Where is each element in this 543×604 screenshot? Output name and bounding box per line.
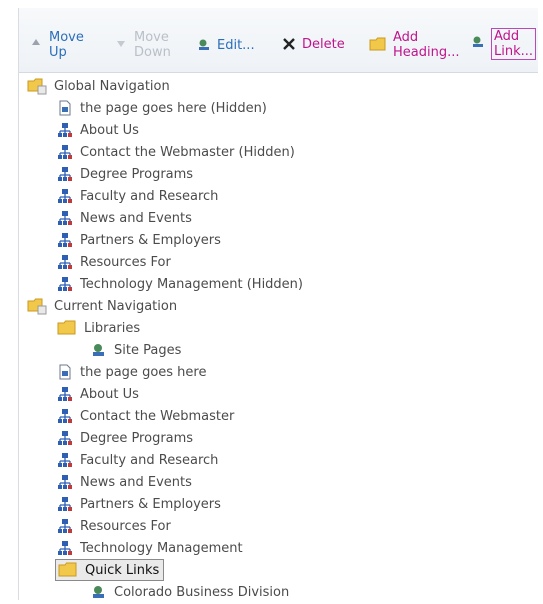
arrow-up-icon <box>32 39 40 45</box>
global-navigation-item[interactable]: Resources For <box>57 252 171 272</box>
tree-node-label: Degree Programs <box>80 430 194 446</box>
current-navigation-item[interactable]: the page goes here <box>57 362 206 382</box>
folder-add-icon <box>369 37 386 51</box>
navigation-node-icon <box>58 497 72 511</box>
add-heading-label-1: Add <box>393 30 419 45</box>
tree-node-label: Faculty and Research <box>80 188 219 204</box>
current-navigation-item[interactable]: Resources For <box>57 516 171 536</box>
navigation-node-icon <box>58 453 72 467</box>
global-navigation-item[interactable]: Degree Programs <box>57 164 193 184</box>
tree-node-label: Site Pages <box>114 342 182 358</box>
add-link-button[interactable]: Add Link... <box>471 28 537 60</box>
delete-button[interactable]: Delete <box>282 37 345 52</box>
tree-node-label: Partners & Employers <box>80 232 221 248</box>
move-down-label-2: Down <box>134 45 171 60</box>
tree-node-label: Resources For <box>80 518 171 534</box>
navigation-node-icon <box>58 519 72 533</box>
navigation-node-icon <box>58 189 72 203</box>
tree-node-label: Global Navigation <box>54 78 170 94</box>
page-icon <box>59 100 71 116</box>
toolbar: Move Up Move Down Edit... Delete Add Hea… <box>19 8 538 73</box>
tree-node-global-navigation[interactable]: Global Navigation <box>27 76 170 96</box>
tree-node-site-pages[interactable]: Site Pages <box>91 340 181 360</box>
tree-node-label: Current Navigation <box>54 298 178 314</box>
edit-button[interactable]: Edit... <box>197 38 255 53</box>
current-navigation-item[interactable]: News and Events <box>57 472 192 492</box>
tree-node-label: Contact the Webmaster <box>80 408 235 424</box>
tree-node-label: Libraries <box>84 320 141 336</box>
tree-node-colorado-business-division[interactable]: Colorado Business Division <box>91 582 289 602</box>
tree-node-label: Partners & Employers <box>80 496 221 512</box>
tree-node-label: News and Events <box>80 474 192 490</box>
tree-node-label: the page goes here <box>80 364 207 380</box>
navigation-node-icon <box>58 475 72 489</box>
add-heading-button[interactable]: Add Heading... <box>369 30 460 60</box>
move-up-label-2: Up <box>49 45 67 60</box>
navigation-root-folder-icon <box>27 78 47 95</box>
global-navigation-item[interactable]: Contact the Webmaster (Hidden) <box>57 142 295 162</box>
current-navigation-item[interactable]: Degree Programs <box>57 428 193 448</box>
current-navigation-item[interactable]: Faculty and Research <box>57 450 218 470</box>
global-navigation-item[interactable]: the page goes here (Hidden) <box>57 98 267 118</box>
edit-label: Edit... <box>217 38 255 53</box>
global-navigation-item[interactable]: About Us <box>57 120 139 140</box>
tree-node-label: the page goes here (Hidden) <box>80 100 267 116</box>
current-navigation-item[interactable]: Technology Management <box>57 538 243 558</box>
delete-x-icon <box>283 38 295 50</box>
tree-node-label: Contact the Webmaster (Hidden) <box>80 144 295 160</box>
navigation-node-icon <box>58 431 72 445</box>
add-link-label-1: Add <box>494 29 520 44</box>
tree-node-label: News and Events <box>80 210 192 226</box>
navigation-node-icon <box>58 211 72 225</box>
move-up-label-1: Move <box>49 30 84 45</box>
navigation-node-icon <box>58 277 72 291</box>
tree-node-label: Faculty and Research <box>80 452 219 468</box>
global-navigation-item[interactable]: Technology Management (Hidden) <box>57 274 303 294</box>
navigation-editor: Move Up Move Down Edit... Delete Add Hea… <box>18 8 538 600</box>
navigation-node-icon <box>58 409 72 423</box>
current-navigation-item[interactable]: Partners & Employers <box>57 494 221 514</box>
move-up-button[interactable]: Move Up <box>29 30 84 60</box>
link-icon <box>93 344 104 356</box>
move-down-label-1: Move <box>134 30 169 45</box>
arrow-down-icon <box>117 41 125 47</box>
global-navigation-item[interactable]: News and Events <box>57 208 192 228</box>
tree-node-label: Technology Management (Hidden) <box>80 276 303 292</box>
current-navigation-item[interactable]: Contact the Webmaster <box>57 406 234 426</box>
navigation-root-folder-icon <box>27 298 47 315</box>
page-icon <box>59 364 71 380</box>
folder-icon <box>58 562 77 577</box>
selection-highlight: Quick Links <box>55 559 165 581</box>
add-link-label-2: Link... <box>494 44 534 59</box>
tree-node-label: Degree Programs <box>80 166 194 182</box>
tree-node-label: About Us <box>80 122 139 138</box>
move-down-button: Move Down <box>114 30 171 60</box>
global-navigation-item[interactable]: Partners & Employers <box>57 230 221 250</box>
navigation-node-icon <box>58 541 72 555</box>
tree-node-label: Resources For <box>80 254 171 270</box>
link-icon <box>93 586 104 598</box>
navigation-node-icon <box>58 167 72 181</box>
global-navigation-item[interactable]: Faculty and Research <box>57 186 218 206</box>
add-link-icon <box>473 36 483 47</box>
tree-node-label: Technology Management <box>80 540 243 556</box>
current-navigation-item[interactable]: About Us <box>57 384 139 404</box>
navigation-node-icon <box>58 145 72 159</box>
navigation-node-icon <box>58 387 72 401</box>
tree-node-libraries[interactable]: Libraries <box>57 318 140 338</box>
edit-link-icon <box>199 39 209 50</box>
tree-node-label: Colorado Business Division <box>114 584 290 600</box>
tree-node-label: About Us <box>80 386 139 402</box>
tree-node-label: Quick Links <box>85 562 160 578</box>
navigation-node-icon <box>58 123 72 137</box>
delete-label: Delete <box>302 37 345 52</box>
folder-icon <box>57 320 76 335</box>
navigation-node-icon <box>58 255 72 269</box>
tree-node-quick-links[interactable]: Quick Links <box>55 559 165 581</box>
tree-node-current-navigation[interactable]: Current Navigation <box>27 296 177 316</box>
add-heading-label-2: Heading... <box>393 45 460 60</box>
navigation-node-icon <box>58 233 72 247</box>
